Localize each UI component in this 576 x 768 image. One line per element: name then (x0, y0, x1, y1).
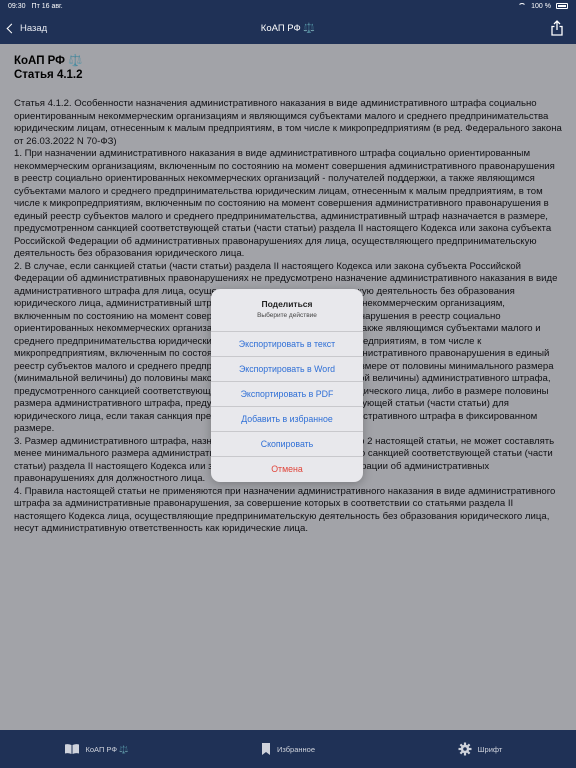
status-date: Пт 16 авг. (31, 2, 63, 10)
back-button[interactable]: Назад (6, 22, 48, 34)
battery-icon (556, 3, 568, 9)
add-favorite-button[interactable]: Добавить в избранное (211, 406, 363, 431)
tab-bar: КоАП РФ ⚖️ Избранное Шрифт (0, 730, 576, 768)
tab-code-label: КоАП РФ ⚖️ (85, 744, 129, 754)
article-paragraph: 1. При назначении административного нака… (14, 148, 555, 259)
status-time: 09:30 (8, 2, 26, 10)
sheet-subtitle: Выберите действие (257, 312, 317, 319)
export-pdf-button[interactable]: Экспортировать в PDF (211, 381, 363, 406)
article-paragraph: Статья 4.1.2. Особенности назначения адм… (14, 98, 562, 147)
status-bar: 09:30 Пт 16 авг. 100 % (0, 0, 576, 12)
wifi-icon (518, 3, 527, 9)
code-title: КоАП РФ ⚖️ (14, 55, 83, 67)
copy-button[interactable]: Скопировать (211, 431, 363, 456)
tab-font-label: Шрифт (477, 744, 503, 754)
tab-favorites-label: Избранное (276, 744, 315, 754)
battery-percent: 100 % (531, 2, 551, 10)
share-action-sheet: Поделиться Выберите действие Экспортиров… (211, 289, 363, 482)
gear-icon (458, 742, 472, 756)
export-text-button[interactable]: Экспортировать в текст (211, 331, 363, 356)
export-word-button[interactable]: Экспортировать в Word (211, 356, 363, 381)
tab-favorites[interactable]: Избранное (192, 730, 384, 768)
share-icon[interactable] (550, 20, 564, 36)
navigation-bar: Назад КоАП РФ ⚖️ (0, 12, 576, 44)
chevron-left-icon (6, 23, 17, 33)
article-paragraph: 4. Правила настоящей статьи не применяют… (14, 485, 556, 535)
sheet-title: Поделиться (261, 299, 313, 309)
book-icon (64, 744, 79, 754)
article-title: Статья 4.1.2 (14, 69, 83, 81)
sheet-header: Поделиться Выберите действие (211, 289, 363, 331)
page-title: КоАП РФ ⚖️ (260, 22, 316, 34)
tab-font[interactable]: Шрифт (384, 730, 576, 768)
tab-code[interactable]: КоАП РФ ⚖️ (0, 730, 192, 768)
cancel-button[interactable]: Отмена (211, 456, 363, 481)
back-label: Назад (20, 22, 48, 34)
bookmark-icon (261, 743, 270, 755)
